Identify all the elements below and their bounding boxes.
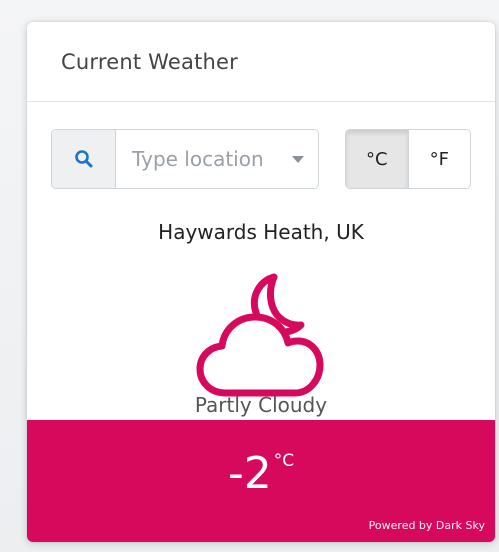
temperature-display: -2 °C xyxy=(27,448,495,499)
temperature-value: -2 xyxy=(227,448,272,499)
card-header: Current Weather xyxy=(27,22,495,102)
celsius-button[interactable]: °C xyxy=(346,130,409,188)
location-select[interactable]: Type location xyxy=(116,130,318,188)
powered-by-link[interactable]: Powered by Dark Sky xyxy=(369,519,485,532)
card-title: Current Weather xyxy=(61,49,238,74)
chevron-down-icon xyxy=(292,155,304,163)
unit-toggle: °C °F xyxy=(345,129,471,189)
location-search: Type location xyxy=(51,129,319,189)
search-addon[interactable] xyxy=(52,130,116,188)
controls-row: Type location °C °F xyxy=(51,129,471,189)
fahrenheit-button[interactable]: °F xyxy=(408,130,470,188)
location-name: Haywards Heath, UK xyxy=(158,220,364,244)
temperature-bar: -2 °C Powered by Dark Sky xyxy=(27,420,495,542)
location-placeholder: Type location xyxy=(132,147,264,171)
weather-condition: Partly Cloudy xyxy=(194,393,328,417)
search-icon xyxy=(74,150,92,168)
temperature-unit: °C xyxy=(273,451,295,471)
weather-card: Current Weather Type location °C °F Hayw… xyxy=(27,22,495,542)
